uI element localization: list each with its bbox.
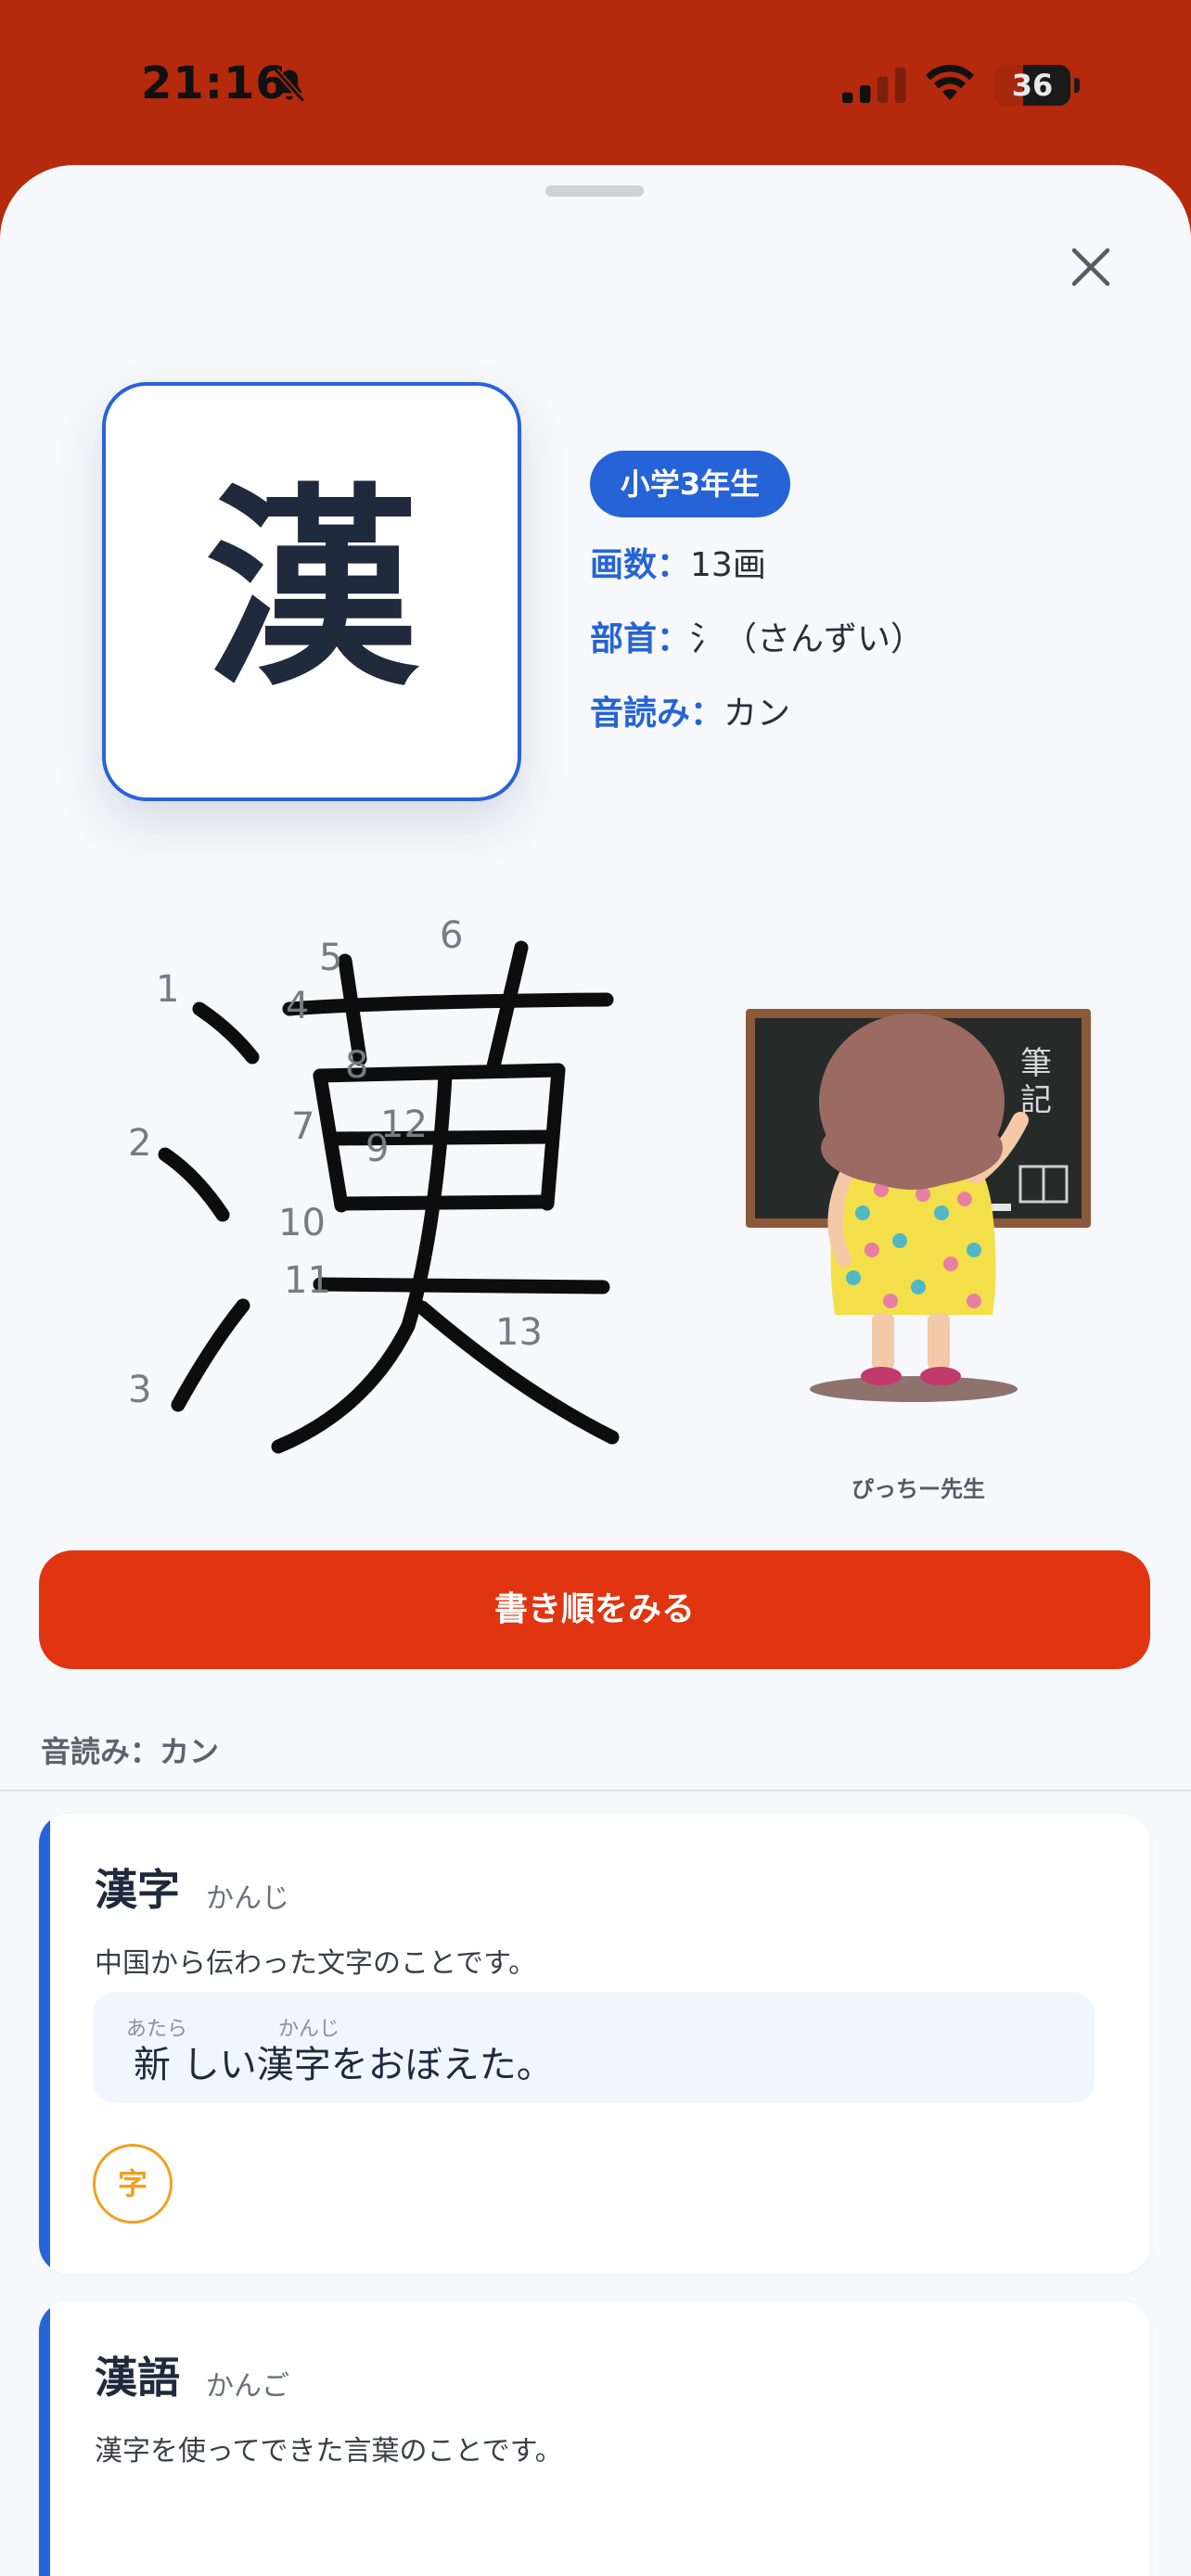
kanji-character: 漢 bbox=[204, 467, 418, 715]
bell-slash-icon bbox=[274, 68, 305, 103]
radical-value: 氵（さんずい） bbox=[690, 620, 925, 658]
section-divider bbox=[0, 1790, 1191, 1792]
stroke-number-5: 5 bbox=[319, 937, 342, 979]
board-char-1: 筆 bbox=[1020, 1045, 1052, 1082]
stroke-number-4: 4 bbox=[286, 985, 309, 1027]
stroke-number-2: 2 bbox=[128, 1122, 151, 1165]
stroke-count-label: 画数： bbox=[590, 546, 691, 584]
character-caption: ぴっちー先生 bbox=[852, 1476, 985, 1502]
status-bar: 21:16 36 bbox=[0, 0, 1191, 167]
close-icon[interactable] bbox=[1065, 241, 1117, 293]
related-kanji-chip[interactable]: 字 bbox=[93, 2144, 173, 2224]
word-card[interactable]: 漢字 かんじ 中国から伝わった文字のことです。 あたら かんじ 新 しい漢字をお… bbox=[39, 1814, 1150, 2274]
stroke-number-8: 8 bbox=[345, 1044, 368, 1087]
card-accent-bar bbox=[39, 1814, 50, 2274]
radical-label: 部首： bbox=[590, 620, 691, 658]
status-time: 21:16 bbox=[141, 57, 288, 109]
stroke-11 bbox=[313, 1277, 610, 1294]
cellular-signal-icon bbox=[842, 68, 906, 103]
onyomi-value: カン bbox=[724, 695, 791, 733]
stroke-order-diagram: 1 2 3 4 5 6 7 8 9 10 11 12 13 bbox=[128, 914, 620, 1454]
word-title: 漢字 bbox=[95, 1865, 180, 1915]
word-reading: かんじ bbox=[206, 1882, 289, 1915]
example-sentence: 新 しい漢字をおぼえた。 bbox=[134, 2044, 554, 2086]
stroke-4 bbox=[282, 992, 614, 1016]
stroke-count-value: 13画 bbox=[690, 546, 766, 584]
example-sentence-box: あたら かんじ 新 しい漢字をおぼえた。 bbox=[93, 1992, 1095, 2103]
battery-icon: 36 bbox=[994, 65, 1070, 106]
stroke-number-7: 7 bbox=[291, 1105, 314, 1148]
word-card[interactable]: 漢語 かんご 漢字を使ってできた言葉のことです。 bbox=[39, 2302, 1150, 2576]
onyomi-row: 音読み：カン bbox=[590, 686, 790, 734]
wifi-icon bbox=[926, 64, 974, 100]
word-definition: 漢字を使ってできた言葉のことです。 bbox=[95, 2435, 563, 2468]
sheet-grabber[interactable] bbox=[545, 185, 644, 197]
radical-row: 部首：氵（さんずい） bbox=[590, 612, 924, 660]
stroke-count-row: 画数：13画 bbox=[590, 538, 766, 586]
stroke-number-11: 11 bbox=[284, 1259, 331, 1302]
kanji-detail-sheet: 漢 小学3年生 画数：13画 部首：氵（さんずい） 音読み：カン 1 2 3 4… bbox=[0, 165, 1191, 2576]
teacher-character-illustration: 筆 記 bbox=[746, 1009, 1091, 1402]
kanji-card: 漢 bbox=[102, 382, 521, 801]
word-definition: 中国から伝わった文字のことです。 bbox=[95, 1947, 537, 1980]
stroke-number-10: 10 bbox=[278, 1202, 326, 1244]
view-stroke-order-button[interactable]: 書き順をみる bbox=[39, 1550, 1150, 1669]
battery-nub bbox=[1074, 78, 1080, 93]
stroke-2 bbox=[158, 1147, 230, 1222]
stroke-number-1: 1 bbox=[156, 968, 179, 1011]
stroke-10 bbox=[334, 1194, 555, 1211]
word-reading: かんご bbox=[206, 2370, 289, 2403]
stroke-1 bbox=[192, 1001, 260, 1065]
stroke-number-13: 13 bbox=[495, 1311, 543, 1354]
stroke-number-6: 6 bbox=[440, 914, 463, 957]
onyomi-label: 音読み： bbox=[590, 695, 724, 733]
card-accent-bar bbox=[39, 2302, 50, 2576]
word-title: 漢語 bbox=[95, 2353, 180, 2403]
stroke-3 bbox=[171, 1298, 250, 1412]
battery-percent: 36 bbox=[1011, 68, 1054, 103]
section-header-onyomi: 音読み：カン bbox=[41, 1734, 220, 1769]
grade-badge: 小学3年生 bbox=[590, 451, 790, 517]
stroke-number-12: 12 bbox=[380, 1103, 428, 1146]
stroke-number-3: 3 bbox=[128, 1369, 151, 1411]
